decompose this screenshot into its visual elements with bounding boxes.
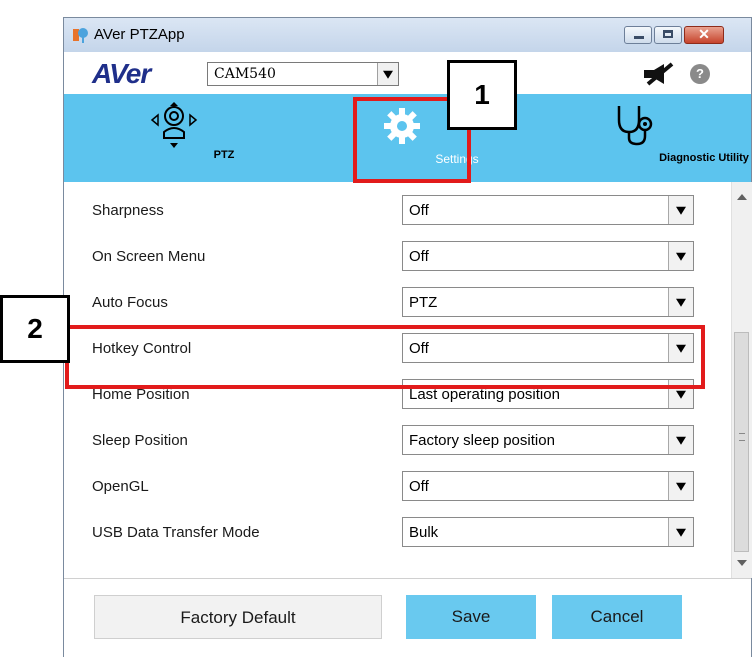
usb-transfer-mode-select[interactable]: Bulk bbox=[402, 517, 694, 547]
save-button[interactable]: Save bbox=[406, 595, 536, 639]
setting-label: On Screen Menu bbox=[92, 248, 206, 265]
chevron-down-icon[interactable] bbox=[668, 196, 693, 224]
close-icon: ✕ bbox=[698, 26, 710, 42]
close-button[interactable]: ✕ bbox=[684, 26, 724, 44]
app-icon bbox=[73, 28, 88, 43]
tab-ptz-label: PTZ bbox=[213, 149, 235, 161]
setting-row-usb-transfer-mode: USB Data Transfer Mode Bulk bbox=[64, 510, 724, 556]
camera-off-icon[interactable] bbox=[642, 62, 676, 86]
tab-diagnostic-utility[interactable]: Diagnostic Utility bbox=[564, 94, 749, 182]
annotation-badge-2: 2 bbox=[0, 295, 70, 363]
ptz-camera-icon bbox=[150, 102, 198, 148]
window-title: AVer PTZApp bbox=[94, 26, 185, 43]
setting-row-auto-focus: Auto Focus PTZ bbox=[64, 280, 724, 326]
footer: Factory Default Save Cancel bbox=[64, 578, 751, 659]
setting-label: OpenGL bbox=[92, 478, 149, 495]
scrollbar-thumb[interactable] bbox=[734, 332, 749, 552]
chevron-down-icon[interactable] bbox=[668, 518, 693, 546]
setting-row-opengl: OpenGL Off bbox=[64, 464, 724, 510]
toolbar: AVer CAM540 ? bbox=[64, 52, 751, 94]
factory-default-button[interactable]: Factory Default bbox=[94, 595, 382, 639]
chevron-down-icon[interactable] bbox=[668, 288, 693, 316]
chevron-down-icon[interactable] bbox=[377, 63, 398, 85]
maximize-button[interactable] bbox=[654, 26, 682, 44]
annotation-badge-1: 1 bbox=[447, 60, 517, 130]
select-value: Off bbox=[409, 248, 429, 265]
help-icon[interactable]: ? bbox=[690, 64, 710, 84]
select-value: Factory sleep position bbox=[409, 432, 555, 449]
select-value: Off bbox=[409, 478, 429, 495]
camera-select-value: CAM540 bbox=[214, 66, 276, 82]
setting-label: USB Data Transfer Mode bbox=[92, 524, 260, 541]
minimize-button[interactable] bbox=[624, 26, 652, 44]
setting-label: Auto Focus bbox=[92, 294, 168, 311]
minimize-icon bbox=[634, 36, 644, 39]
grip-icon bbox=[739, 433, 745, 441]
chevron-down-icon[interactable] bbox=[668, 472, 693, 500]
setting-label: Sleep Position bbox=[92, 432, 188, 449]
auto-focus-select[interactable]: PTZ bbox=[402, 287, 694, 317]
stethoscope-icon bbox=[617, 106, 653, 146]
aver-logo: AVer bbox=[92, 58, 151, 89]
title-bar[interactable]: AVer PTZApp ✕ bbox=[64, 18, 751, 52]
chevron-down-icon[interactable] bbox=[668, 242, 693, 270]
tab-diagnostic-label: Diagnostic Utility bbox=[659, 152, 749, 164]
annotation-box-hotkey bbox=[65, 325, 705, 389]
setting-row-on-screen-menu: On Screen Menu Off bbox=[64, 234, 724, 280]
cancel-button[interactable]: Cancel bbox=[552, 595, 682, 639]
on-screen-menu-select[interactable]: Off bbox=[402, 241, 694, 271]
vertical-scrollbar[interactable] bbox=[731, 182, 752, 578]
scroll-up-icon[interactable] bbox=[737, 194, 747, 200]
select-value: PTZ bbox=[409, 294, 438, 311]
tab-ptz[interactable]: PTZ bbox=[124, 94, 234, 182]
select-value: Off bbox=[409, 202, 429, 219]
sleep-position-select[interactable]: Factory sleep position bbox=[402, 425, 694, 455]
sharpness-select[interactable]: Off bbox=[402, 195, 694, 225]
setting-row-sleep-position: Sleep Position Factory sleep position bbox=[64, 418, 724, 464]
setting-label: Sharpness bbox=[92, 202, 164, 219]
opengl-select[interactable]: Off bbox=[402, 471, 694, 501]
select-value: Bulk bbox=[409, 524, 439, 541]
camera-select[interactable]: CAM540 bbox=[207, 62, 399, 86]
maximize-icon bbox=[663, 30, 673, 38]
scroll-down-icon[interactable] bbox=[737, 560, 747, 566]
chevron-down-icon[interactable] bbox=[668, 426, 693, 454]
setting-row-sharpness: Sharpness Off bbox=[64, 188, 724, 234]
